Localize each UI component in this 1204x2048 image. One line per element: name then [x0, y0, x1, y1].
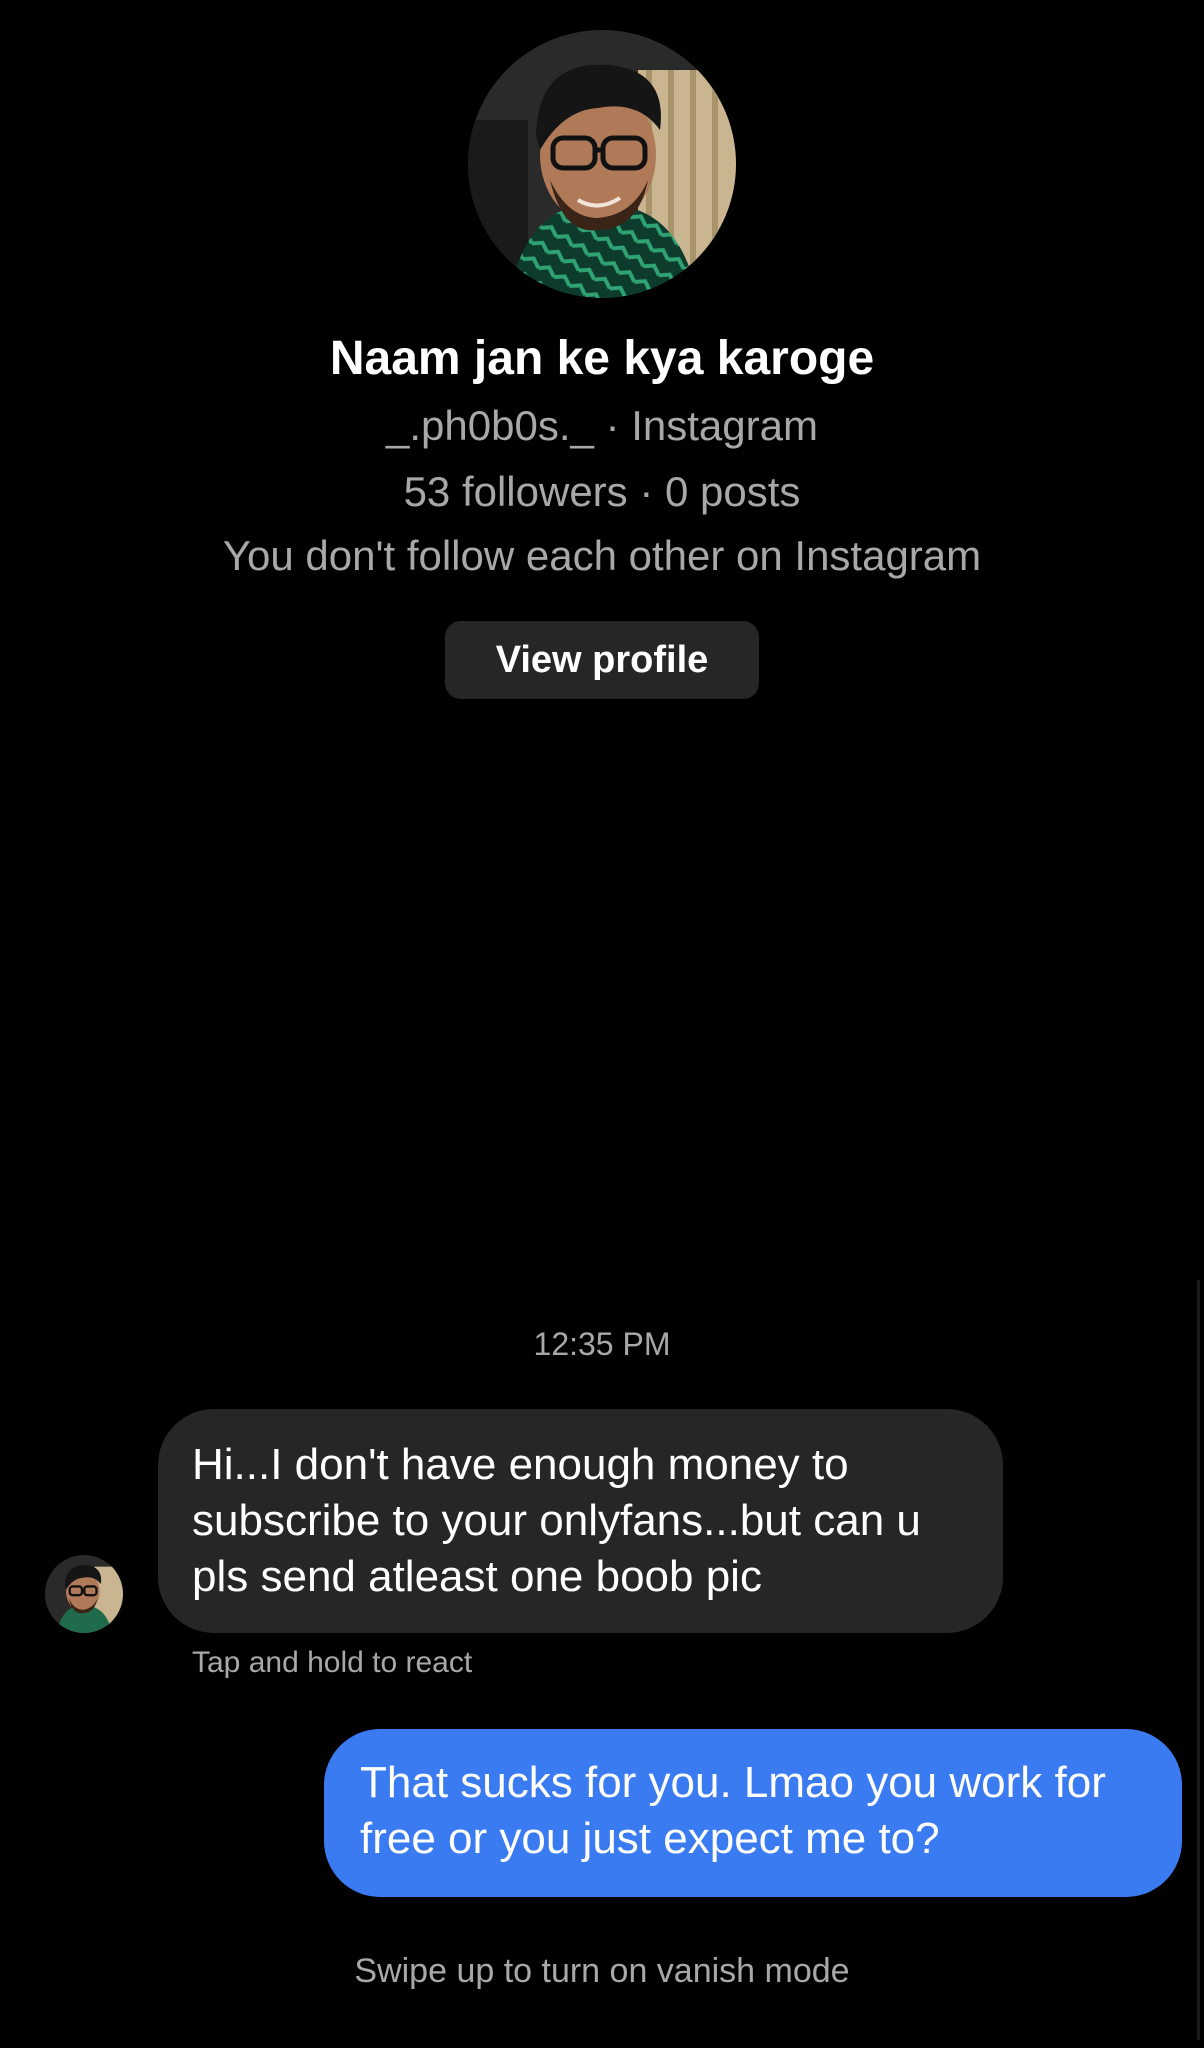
- incoming-message-bubble[interactable]: Hi...I don't have enough money to subscr…: [158, 1409, 1003, 1633]
- outgoing-message-text: That sucks for you. Lmao you work for fr…: [360, 1758, 1106, 1863]
- incoming-message-text: Hi...I don't have enough money to subscr…: [192, 1440, 921, 1601]
- profile-stats: 53 followers · 0 posts: [403, 468, 801, 515]
- vanish-mode-hint[interactable]: Swipe up to turn on vanish mode: [0, 1949, 1204, 1993]
- message-timestamp: 12:35 PM: [533, 1326, 671, 1362]
- view-profile-button[interactable]: View profile: [445, 621, 759, 699]
- profile-photo-icon: [468, 30, 736, 298]
- outgoing-message-bubble[interactable]: That sucks for you. Lmao you work for fr…: [324, 1729, 1182, 1897]
- react-hint: Tap and hold to react: [192, 1646, 473, 1679]
- profile-avatar[interactable]: [468, 30, 736, 298]
- sender-avatar[interactable]: [45, 1555, 123, 1633]
- profile-follow-status: You don't follow each other on Instagram: [222, 532, 982, 579]
- profile-handle: _.ph0b0s._ · Instagram: [386, 402, 818, 449]
- sender-photo-icon: [45, 1555, 123, 1633]
- profile-name: Naam jan ke kya karoge: [329, 332, 875, 385]
- scroll-indicator[interactable]: [1197, 1280, 1200, 2040]
